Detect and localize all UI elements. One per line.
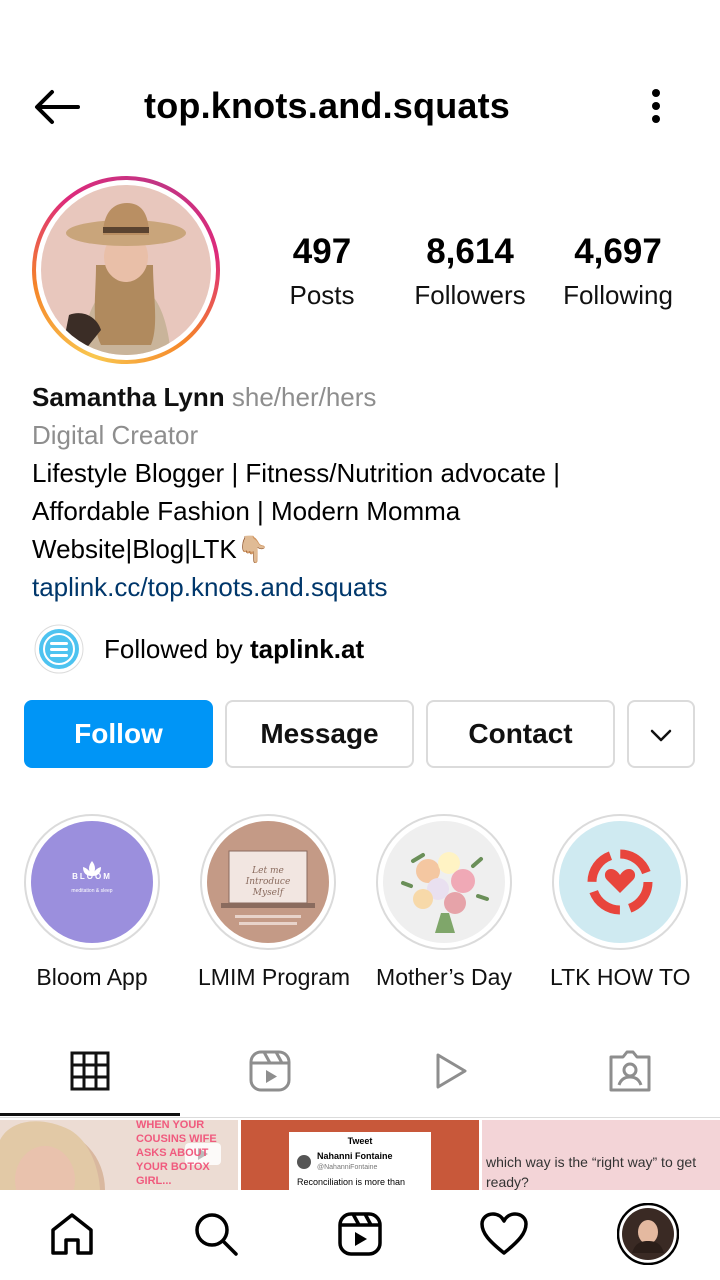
avatar-photo [41, 185, 211, 355]
follow-button[interactable]: Follow [24, 700, 213, 768]
reels-icon [248, 1049, 292, 1098]
tab-tagged[interactable] [540, 1030, 720, 1116]
profile-stats: 497 Posts 8,614 Followers 4,697 Followin… [270, 232, 690, 316]
highlight-label: LMIM Program [198, 964, 351, 990]
search-icon[interactable] [184, 1202, 248, 1266]
profile-avatar[interactable] [32, 176, 220, 364]
highlight-ltk-how-to[interactable]: LTK HOW TO [550, 814, 691, 992]
tweet-text: Reconciliation is more than [297, 1177, 406, 1187]
stat-posts[interactable]: 497 Posts [270, 232, 374, 312]
highlight-label: Bloom App [36, 964, 148, 990]
bio-line: Website|Blog|LTK👇🏼 [32, 534, 270, 564]
stat-following-label: Following [563, 280, 673, 310]
tweet-handle: @NahanniFontaine [317, 1164, 378, 1171]
highlight-cover [383, 821, 505, 943]
stat-followers-value: 8,614 [426, 232, 514, 271]
tweet-heading: Tweet [347, 1136, 373, 1146]
profile-website-link[interactable]: taplink.cc/top.knots.and.squats [32, 568, 702, 606]
highlight-lmim-program[interactable]: Let me Introduce Myself LMIM Program [198, 814, 351, 992]
lmim-cover-text: Let me Introduce Myself [245, 866, 291, 898]
profile-pronouns: she/her/hers [231, 382, 377, 412]
profile-content-tabs [0, 1030, 720, 1118]
profile-display-name: Samantha Lynn [32, 382, 225, 412]
bio-line: Lifestyle Blogger | Fitness/Nutrition ad… [32, 458, 560, 488]
profile-category: Digital Creator [32, 420, 199, 450]
bottom-navigation [0, 1190, 720, 1280]
highlight-label: LTK HOW TO [550, 964, 691, 990]
post-thumbnail[interactable]: which way is the “right way” to get read… [482, 1120, 720, 1190]
tweet-avatar [297, 1155, 311, 1169]
highlight-label: Mother’s Day [376, 964, 512, 990]
profile-header: top.knots.and.squats [0, 70, 720, 142]
post-caption: WHEN YOUR COUSINS WIFE ASKS ABOUT YOUR B… [136, 1120, 217, 1187]
grid-icon [70, 1051, 110, 1096]
stat-posts-value: 497 [292, 232, 352, 271]
profile-nav-avatar[interactable] [616, 1202, 680, 1266]
highlight-bloom-app[interactable]: BLOOM meditation & sleep Bloom App [22, 814, 162, 992]
home-icon[interactable] [40, 1202, 104, 1266]
stat-followers[interactable]: 8,614 Followers [406, 232, 534, 312]
tweet-name: Nahanni Fontaine [317, 1151, 393, 1161]
highlight-mothers-day[interactable]: Mother’s Day [374, 814, 514, 992]
profile-bio: Samantha Lynn she/her/hers Digital Creat… [32, 378, 702, 606]
chevron-down-icon [650, 718, 672, 750]
suggested-accounts-button[interactable] [627, 700, 695, 768]
reels-nav-icon[interactable] [328, 1202, 392, 1266]
bio-line: Affordable Fashion | Modern Momma [32, 496, 461, 526]
bloom-logo-text: BLOOM [72, 872, 112, 881]
post-thumbnail[interactable]: Tweet Nahanni Fontaine @NahanniFontaine … [241, 1120, 479, 1190]
posts-grid: WHEN YOUR COUSINS WIFE ASKS ABOUT YOUR B… [0, 1120, 720, 1190]
active-tab-indicator [0, 1113, 180, 1116]
tab-videos[interactable] [360, 1030, 540, 1116]
profile-username: top.knots.and.squats [144, 85, 511, 126]
follower-avatar-icon [34, 624, 84, 674]
post-thumbnail[interactable]: WHEN YOUR COUSINS WIFE ASKS ABOUT YOUR B… [0, 1120, 238, 1190]
tab-grid[interactable] [0, 1030, 180, 1116]
stat-followers-label: Followers [414, 280, 526, 310]
back-arrow-icon[interactable] [30, 84, 82, 130]
tweet-card: Tweet Nahanni Fontaine @NahanniFontaine … [289, 1132, 431, 1190]
bio-name-line: Samantha Lynn she/her/hers [32, 378, 702, 416]
more-options-icon[interactable] [636, 82, 676, 130]
stat-following-value: 4,697 [574, 232, 662, 271]
stat-following[interactable]: 4,697 Following [554, 232, 682, 312]
tagged-icon [608, 1049, 652, 1098]
tab-reels[interactable] [180, 1030, 360, 1116]
play-icon [430, 1051, 470, 1096]
message-button[interactable]: Message [225, 700, 414, 768]
bloom-logo-subtitle: meditation & sleep [71, 888, 113, 894]
post-caption: which way is the “right way” to get read… [486, 1154, 697, 1190]
highlight-cover [31, 821, 153, 943]
followed-by-prefix: Followed by [104, 633, 250, 664]
followed-by[interactable]: Followed by taplink.at [34, 624, 364, 674]
highlight-cover [559, 821, 681, 943]
contact-button[interactable]: Contact [426, 700, 615, 768]
heart-icon[interactable] [472, 1202, 536, 1266]
stat-posts-label: Posts [289, 280, 355, 310]
followed-by-account: taplink.at [249, 633, 365, 664]
